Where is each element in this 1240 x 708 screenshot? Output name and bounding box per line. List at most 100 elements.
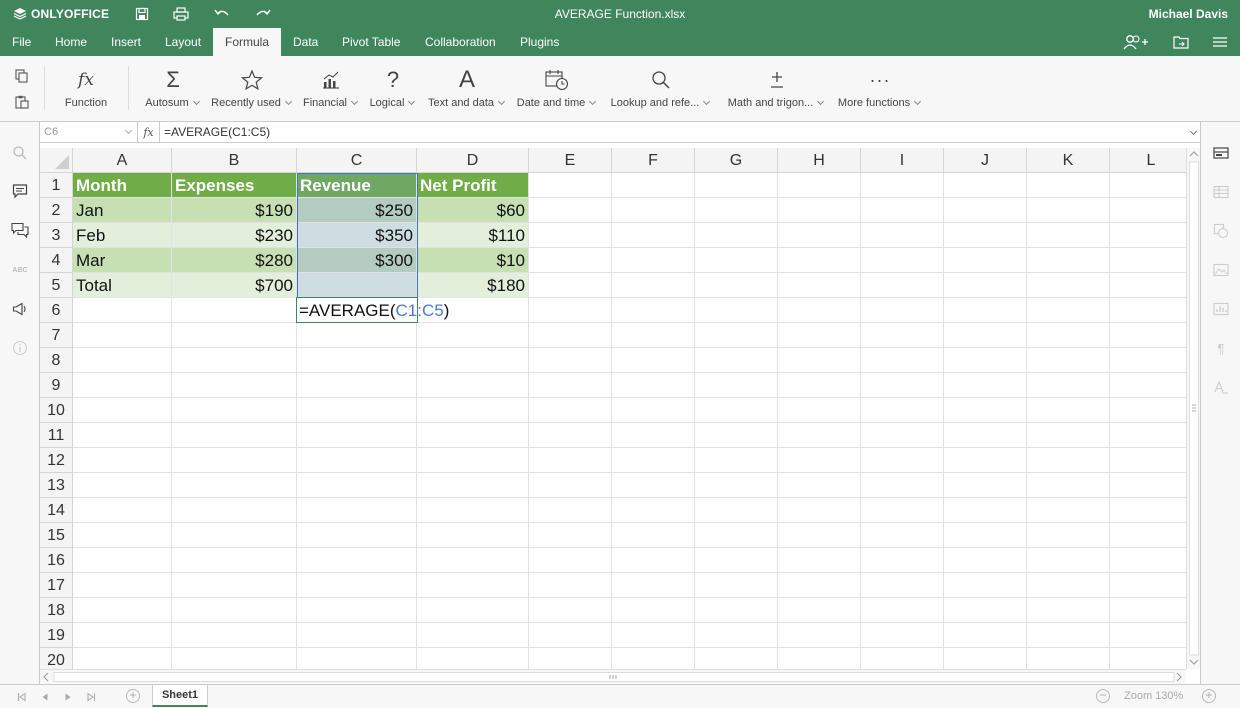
tab-formula[interactable]: Formula	[213, 28, 282, 56]
row-header[interactable]: 11	[40, 423, 73, 448]
column-header-h[interactable]: H	[778, 148, 861, 173]
row-header[interactable]: 17	[40, 573, 73, 598]
share-user-icon[interactable]	[1122, 34, 1148, 50]
math-and-trig-button[interactable]: Math and trigon...	[726, 66, 827, 114]
row-header[interactable]: 12	[40, 448, 73, 473]
paragraph-settings-icon[interactable]: ¶	[1213, 340, 1229, 356]
hamburger-menu-icon[interactable]	[1210, 34, 1230, 50]
insert-function-button[interactable]: fx Function	[63, 66, 109, 114]
name-box[interactable]: C6	[40, 122, 138, 143]
next-sheet-icon[interactable]	[63, 692, 73, 702]
table-cell[interactable]: Feb	[73, 223, 171, 247]
column-header-g[interactable]: G	[695, 148, 778, 173]
tab-insert[interactable]: Insert	[99, 28, 153, 56]
row-header[interactable]: 15	[40, 523, 73, 548]
column-header-k[interactable]: K	[1027, 148, 1110, 173]
row-header[interactable]: 16	[40, 548, 73, 573]
tab-home[interactable]: Home	[43, 28, 99, 56]
row-header[interactable]: 13	[40, 473, 73, 498]
zoom-out-icon[interactable]: −	[1096, 689, 1110, 703]
feedback-megaphone-icon[interactable]	[11, 300, 29, 318]
user-name[interactable]: Michael Davis	[1149, 7, 1228, 21]
vertical-scrollbar[interactable]	[1186, 148, 1200, 669]
table-cell[interactable]: $10	[417, 248, 528, 272]
find-icon[interactable]	[11, 144, 29, 162]
last-sheet-icon[interactable]	[86, 692, 96, 702]
about-info-icon[interactable]	[11, 339, 29, 357]
table-cell[interactable]: $180	[417, 273, 528, 297]
table-settings-icon[interactable]	[1213, 184, 1229, 200]
table-header-cell[interactable]: Month	[73, 173, 171, 197]
table-cell[interactable]	[297, 273, 416, 297]
first-sheet-icon[interactable]	[17, 692, 27, 702]
table-cell[interactable]: $350	[297, 223, 416, 247]
logical-button[interactable]: ? Logical	[369, 66, 417, 114]
image-settings-icon[interactable]	[1213, 262, 1229, 278]
column-header-b[interactable]: B	[172, 148, 297, 173]
table-cell[interactable]: $60	[417, 198, 528, 222]
table-cell[interactable]: $250	[297, 198, 416, 222]
table-cell[interactable]: $300	[297, 248, 416, 272]
recently-used-button[interactable]: Recently used	[211, 66, 293, 114]
chart-settings-icon[interactable]	[1213, 301, 1229, 317]
zoom-in-icon[interactable]: +	[1202, 689, 1216, 703]
add-sheet-icon[interactable]: +	[126, 689, 140, 703]
column-header-d[interactable]: D	[417, 148, 529, 173]
tab-pivot-table[interactable]: Pivot Table	[330, 28, 412, 56]
spellcheck-icon[interactable]: ABC	[11, 261, 29, 279]
comments-icon[interactable]	[11, 182, 29, 200]
row-header[interactable]: 3	[40, 223, 73, 248]
shape-settings-icon[interactable]	[1213, 223, 1229, 239]
open-location-icon[interactable]	[1171, 34, 1191, 50]
row-header[interactable]: 20	[40, 648, 73, 669]
paste-icon[interactable]	[13, 94, 31, 110]
table-cell[interactable]: Mar	[73, 248, 171, 272]
tab-layout[interactable]: Layout	[153, 28, 213, 56]
lookup-and-reference-button[interactable]: Lookup and refe...	[609, 66, 713, 114]
fx-icon[interactable]: fx	[138, 122, 160, 143]
row-header[interactable]: 1	[40, 173, 73, 198]
chevron-down-icon[interactable]	[124, 126, 133, 135]
autosum-button[interactable]: Σ Autosum	[145, 66, 200, 114]
tab-file[interactable]: File	[0, 28, 43, 56]
table-cell[interactable]: $110	[417, 223, 528, 247]
text-and-data-button[interactable]: A Text and data	[428, 66, 506, 114]
active-cell-editor[interactable]: =AVERAGE(C1:C5)	[296, 297, 449, 323]
spreadsheet-grid[interactable]: A B C D E F G H I J K L 1 2 3 4 5 6 7 8 …	[40, 148, 1186, 669]
row-header[interactable]: 6	[40, 298, 73, 323]
chat-icon[interactable]	[11, 221, 29, 239]
row-header[interactable]: 10	[40, 398, 73, 423]
column-header-e[interactable]: E	[529, 148, 612, 173]
tab-collaboration[interactable]: Collaboration	[413, 28, 508, 56]
column-header-i[interactable]: I	[861, 148, 944, 173]
date-and-time-button[interactable]: Date and time	[516, 66, 598, 114]
column-header-c[interactable]: C	[297, 148, 417, 173]
row-header[interactable]: 19	[40, 623, 73, 648]
previous-sheet-icon[interactable]	[40, 692, 50, 702]
cell-settings-icon[interactable]	[1213, 145, 1229, 161]
table-cell[interactable]: $700	[172, 273, 296, 297]
row-header[interactable]: 5	[40, 273, 73, 298]
table-header-cell[interactable]: Revenue	[297, 173, 416, 197]
select-all-corner[interactable]	[40, 148, 73, 173]
financial-button[interactable]: Financial	[303, 66, 359, 114]
cell-editor-text[interactable]: =AVERAGE(C1:C5)	[297, 298, 452, 322]
row-header[interactable]: 2	[40, 198, 73, 223]
row-header[interactable]: 7	[40, 323, 73, 348]
row-header[interactable]: 14	[40, 498, 73, 523]
more-functions-button[interactable]: ··· More functions	[838, 66, 922, 114]
table-cell[interactable]: $230	[172, 223, 296, 247]
expand-formula-chevron-icon[interactable]	[1189, 127, 1198, 136]
formula-input[interactable]: =AVERAGE(C1:C5)	[164, 125, 270, 139]
table-cell[interactable]: $190	[172, 198, 296, 222]
table-cell[interactable]: Jan	[73, 198, 171, 222]
table-cell[interactable]: $280	[172, 248, 296, 272]
table-header-cell[interactable]: Expenses	[172, 173, 296, 197]
copy-icon[interactable]	[13, 68, 31, 84]
row-header[interactable]: 18	[40, 598, 73, 623]
column-header-f[interactable]: F	[612, 148, 695, 173]
table-header-cell[interactable]: Net Profit	[417, 173, 528, 197]
column-header-a[interactable]: A	[73, 148, 172, 173]
text-art-settings-icon[interactable]	[1213, 379, 1229, 395]
sheet-tab[interactable]: Sheet1	[152, 685, 208, 707]
